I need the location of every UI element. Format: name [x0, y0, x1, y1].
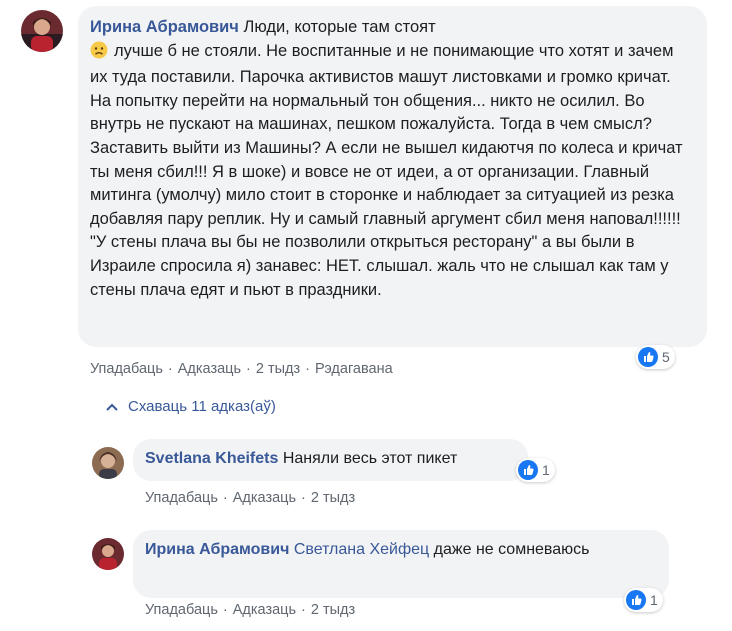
reply-actions: Упадабаць · Адказаць · 2 тыдз: [145, 490, 356, 506]
avatar[interactable]: [21, 10, 63, 52]
timestamp[interactable]: 2 тыдз: [256, 361, 300, 377]
reply-text: Ирина Абрамович Светлана Хейфец даже не …: [145, 538, 657, 562]
comment-bubble: Ирина Абрамович Люди, которые там стоят …: [78, 6, 707, 347]
reply-author[interactable]: Ирина Абрамович: [145, 541, 289, 558]
reaction-count[interactable]: 1: [516, 458, 555, 482]
comment-author[interactable]: Ирина Абрамович: [90, 18, 239, 36]
like-link[interactable]: Упадабаць: [90, 361, 163, 377]
reply-link[interactable]: Адказаць: [233, 490, 296, 506]
reply-bubble: Ирина Абрамович Светлана Хейфец даже не …: [133, 530, 669, 598]
reply-bubble: Svetlana Kheifets Наняли весь этот пикет: [133, 439, 528, 481]
hide-replies-label: Схаваць 11 адказ(аў): [128, 398, 276, 415]
reaction-number: 1: [542, 462, 550, 478]
timestamp[interactable]: 2 тыдз: [311, 490, 355, 506]
reaction-count[interactable]: 5: [636, 345, 675, 369]
timestamp[interactable]: 2 тыдз: [311, 602, 355, 618]
reply-author[interactable]: Svetlana Kheifets: [145, 450, 278, 467]
reply-body: Наняли весь этот пикет: [282, 450, 458, 467]
reaction-number: 5: [662, 349, 670, 365]
avatar[interactable]: [92, 538, 124, 570]
comment-actions: Упадабаць · Адказаць · 2 тыдз · Рэдагавана: [90, 361, 393, 377]
like-icon: [518, 460, 538, 480]
like-icon: [638, 347, 658, 367]
comment-text-first: Люди, которые там стоят: [243, 18, 436, 36]
comment-text-rest: лучше б не стояли. Не воспитанные и не п…: [90, 41, 683, 299]
reaction-number: 1: [650, 592, 658, 608]
comment-text: Ирина Абрамович Люди, которые там стоят …: [90, 16, 695, 302]
reply-actions: Упадабаць · Адказаць · 2 тыдз: [145, 602, 356, 618]
chevron-up-icon: [106, 403, 118, 411]
reply-body: даже не сомневаюсь: [433, 541, 590, 558]
mention-link[interactable]: Светлана Хейфец: [294, 541, 429, 558]
reply-text: Svetlana Kheifets Наняли весь этот пикет: [145, 447, 516, 471]
sad-face-icon: [90, 41, 108, 67]
reply-link[interactable]: Адказаць: [233, 602, 296, 618]
reaction-count[interactable]: 1: [624, 588, 663, 612]
like-icon: [626, 590, 646, 610]
hide-replies-toggle[interactable]: Схаваць 11 адказ(аў): [106, 398, 276, 415]
avatar[interactable]: [92, 447, 124, 479]
like-link[interactable]: Упадабаць: [145, 490, 218, 506]
edited-label[interactable]: Рэдагавана: [315, 361, 393, 377]
like-link[interactable]: Упадабаць: [145, 602, 218, 618]
reply-link[interactable]: Адказаць: [178, 361, 241, 377]
